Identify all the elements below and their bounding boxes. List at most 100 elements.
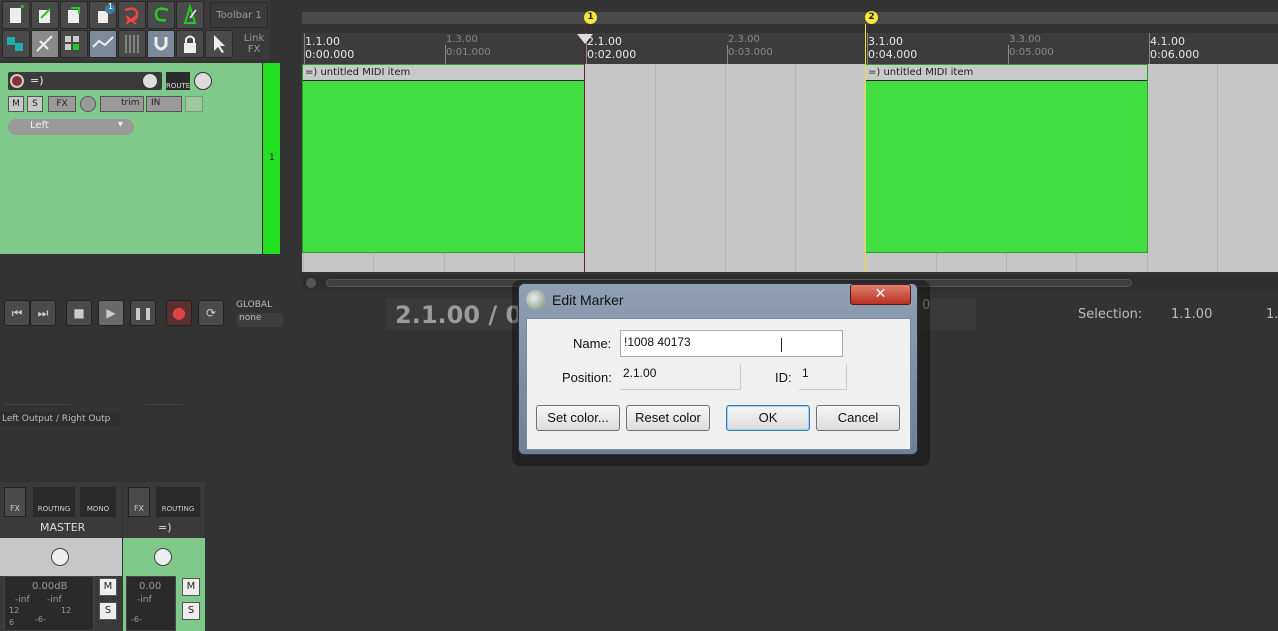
track-strip-pan-knob-icon[interactable]	[154, 548, 172, 566]
track-strip-meter: 0.00 -inf -6-	[126, 576, 176, 631]
track-strip-peak: -inf	[137, 595, 152, 605]
midi-item-body[interactable]	[303, 80, 584, 252]
name-label: Name:	[573, 336, 612, 351]
repeat-icon[interactable]: ⟳	[198, 300, 224, 326]
global-automation-select[interactable]: none	[236, 313, 284, 327]
track-color-strip[interactable]: 1	[262, 63, 280, 254]
svg-text:*: *	[20, 4, 25, 14]
new-project-icon[interactable]: *	[2, 1, 30, 29]
id-field[interactable]: 1	[799, 364, 847, 390]
play-icon[interactable]: ▶	[98, 300, 124, 326]
redo-icon[interactable]	[147, 1, 175, 29]
cancel-button[interactable]: Cancel	[816, 405, 900, 431]
record-icon[interactable]: ●	[166, 300, 192, 326]
master-volume-readout: 0.00dB	[32, 581, 68, 592]
midi-item-body[interactable]	[866, 80, 1147, 252]
edit-cursor-triangle-icon	[577, 34, 593, 44]
toolbar-title[interactable]: Toolbar 1	[210, 2, 268, 28]
phase-icon[interactable]	[80, 96, 96, 112]
edit-cursor	[584, 24, 585, 272]
route-button[interactable]: ROUTE	[166, 72, 190, 90]
track-strip-fx-button[interactable]: FX	[128, 487, 150, 517]
input-label: IN	[151, 98, 161, 108]
ripple-edit-icon[interactable]	[2, 30, 30, 58]
marker-flag[interactable]: 2	[865, 11, 878, 24]
go-to-end-icon[interactable]: ⏭	[30, 300, 56, 326]
region-bar[interactable]	[302, 12, 1278, 24]
solo-button[interactable]: S	[27, 96, 43, 112]
position-label: Position:	[562, 370, 612, 385]
monitor-icon[interactable]	[185, 96, 203, 112]
master-fx-button[interactable]: FX	[4, 487, 26, 517]
item-grouping-icon[interactable]	[31, 30, 59, 58]
track-strip-fx-label: FX	[133, 504, 145, 513]
fx-button[interactable]: FX	[48, 96, 76, 112]
stop-icon[interactable]: ■	[66, 300, 92, 326]
reset-color-button[interactable]: Reset color	[626, 405, 710, 431]
ruler-bar-label: 2.3.00	[728, 34, 760, 45]
master-output-select[interactable]: Left Output / Right Outp	[0, 412, 120, 426]
output-label: Left Output / Right Outp	[2, 414, 111, 424]
auto-crossfade-icon[interactable]	[60, 30, 88, 58]
record-arm-icon[interactable]	[10, 74, 24, 88]
pause-icon[interactable]: ❚❚	[130, 300, 156, 326]
master-scale-minus6: -6-	[35, 615, 46, 624]
ruler-tick	[727, 45, 728, 64]
position-field[interactable]: 2.1.00	[620, 364, 741, 390]
track-strip-routing-button[interactable]: ROUTING	[156, 487, 200, 517]
set-color-button[interactable]: Set color...	[536, 405, 620, 431]
mute-button[interactable]: M	[8, 96, 24, 112]
snap-grid-icon[interactable]	[118, 30, 146, 58]
midi-item[interactable]: =) untitled MIDI item	[302, 64, 585, 253]
master-mute-button[interactable]: M	[99, 578, 117, 596]
global-automation-label: GLOBAL	[236, 300, 272, 310]
master-mono-button[interactable]: MONO	[80, 487, 116, 517]
channel-input-select[interactable]: Left ▾	[8, 119, 134, 135]
master-routing-button[interactable]: ROUTING	[33, 487, 75, 517]
selection-end[interactable]: 1.	[1266, 307, 1278, 322]
ok-button[interactable]: OK	[726, 405, 810, 431]
close-icon[interactable]: ✕	[850, 284, 911, 305]
envelope-points-icon[interactable]	[89, 30, 117, 58]
master-pan-knob-icon[interactable]	[51, 548, 69, 566]
track-name-box[interactable]: =)	[8, 72, 162, 90]
track-name: =)	[30, 74, 44, 87]
master-scale-6: 6	[9, 618, 15, 627]
master-peak-left: -inf	[15, 595, 30, 605]
open-project-icon[interactable]	[31, 1, 59, 29]
go-to-start-icon[interactable]: ⏮	[4, 300, 30, 326]
input-button[interactable]: IN	[146, 96, 182, 112]
metronome-icon[interactable]	[176, 1, 204, 29]
pan-knob-icon[interactable]	[194, 72, 212, 90]
master-name: MASTER	[40, 521, 86, 534]
ruler-bar-label: 4.1.00	[1150, 35, 1185, 48]
selection-label: Selection:	[1078, 307, 1143, 322]
gridline	[795, 64, 797, 272]
link-fx-line2: FX	[247, 44, 261, 55]
scroll-left-icon[interactable]	[306, 278, 316, 288]
master-solo-button[interactable]: S	[99, 602, 117, 620]
undo-icon[interactable]	[118, 1, 146, 29]
master-routing-label: ROUTING	[37, 505, 71, 513]
id-label: ID:	[775, 370, 792, 385]
ruler-tick	[1149, 33, 1150, 64]
link-fx-button[interactable]: Link FX	[240, 33, 268, 55]
trim-label: trim	[121, 98, 140, 108]
track-strip-solo-button[interactable]: S	[182, 602, 200, 620]
lock-icon[interactable]	[176, 30, 204, 58]
marker-flag[interactable]: 1	[584, 11, 597, 24]
text-cursor-icon	[781, 338, 783, 352]
ruler-time-label: 0:03.000	[728, 47, 773, 58]
save-project-icon[interactable]	[60, 1, 88, 29]
automation-mode-button[interactable]: trim	[100, 96, 144, 112]
track-strip-mute-button[interactable]: M	[182, 578, 200, 596]
marker-name-input[interactable]: !1008 40173	[620, 330, 843, 357]
cursor-tool-icon[interactable]	[205, 30, 233, 58]
ruler-bar-label: 1.3.00	[446, 34, 478, 45]
snap-magnet-icon[interactable]	[147, 30, 175, 58]
project-settings-icon[interactable]: 1	[89, 1, 117, 29]
ruler-bar-label: 3.1.00	[868, 35, 903, 48]
selection-start[interactable]: 1.1.00	[1171, 307, 1212, 322]
volume-knob-icon[interactable]	[142, 73, 158, 89]
midi-item[interactable]: =) untitled MIDI item	[865, 64, 1148, 253]
